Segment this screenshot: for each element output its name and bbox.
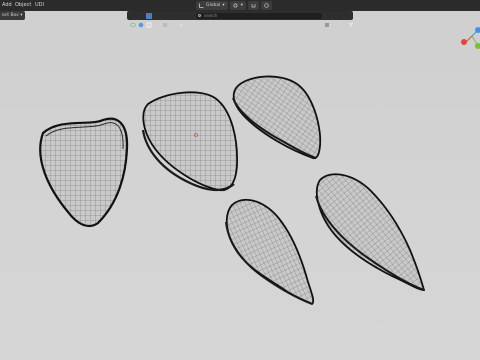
sphere-icon[interactable] [138, 13, 144, 27]
axes-icon [199, 3, 204, 8]
filter-funnel-icon[interactable] [186, 13, 192, 27]
scene-canvas[interactable] [0, 0, 480, 360]
menu-add[interactable]: Add [2, 0, 12, 11]
collection-icon[interactable] [332, 13, 338, 27]
pivot-icon [233, 3, 238, 8]
eye-icon[interactable] [130, 13, 136, 27]
chevron-down-icon: ▾ [240, 3, 243, 8]
face-select-icon[interactable] [162, 13, 168, 27]
search-input[interactable]: search [196, 12, 322, 19]
overlay-icon[interactable] [324, 13, 330, 27]
seed-mesh-3[interactable] [232, 75, 322, 160]
camera-icon[interactable] [170, 13, 176, 27]
menu-udi[interactable]: UDI [35, 0, 44, 11]
snap-icon [251, 4, 256, 8]
snap-toggle[interactable] [247, 1, 259, 10]
y-axis-icon[interactable] [475, 43, 480, 49]
seed-mesh-5[interactable] [315, 173, 426, 291]
x-axis-icon[interactable] [461, 39, 467, 45]
proportional-edit-icon [264, 3, 269, 8]
seed-mesh-4[interactable] [225, 198, 315, 306]
edge-select-icon[interactable] [154, 13, 160, 27]
orientation-dropdown[interactable]: Global ▾ [196, 1, 228, 10]
vertex-select-icon[interactable] [146, 12, 152, 27]
3d-viewport[interactable]: Add Object UDI Global ▾ ▾ ect Box ▾ sear… [0, 0, 480, 360]
transform-orientation-group: Global ▾ ▾ [196, 1, 272, 10]
menu-object[interactable]: Object [15, 0, 31, 11]
chevron-down-icon: ▾ [20, 13, 23, 18]
navigation-gizmo[interactable] [458, 22, 480, 52]
settings-icon[interactable] [340, 13, 346, 27]
right-toolbar [324, 11, 354, 27]
chevron-down-icon: ▾ [222, 3, 225, 8]
orientation-label: Global [206, 3, 221, 8]
proportional-edit-toggle[interactable] [260, 1, 272, 10]
filter-toolbar: search [127, 11, 353, 27]
filter-icon[interactable] [348, 13, 354, 27]
seed-mesh-2[interactable] [141, 91, 238, 192]
pivot-dropdown[interactable]: ▾ [229, 1, 246, 10]
select-mode-label: ect Box [2, 13, 19, 18]
seed-mesh-1[interactable] [39, 117, 129, 228]
select-mode-dropdown[interactable]: ect Box ▾ [0, 11, 25, 20]
light-icon[interactable] [178, 13, 184, 26]
